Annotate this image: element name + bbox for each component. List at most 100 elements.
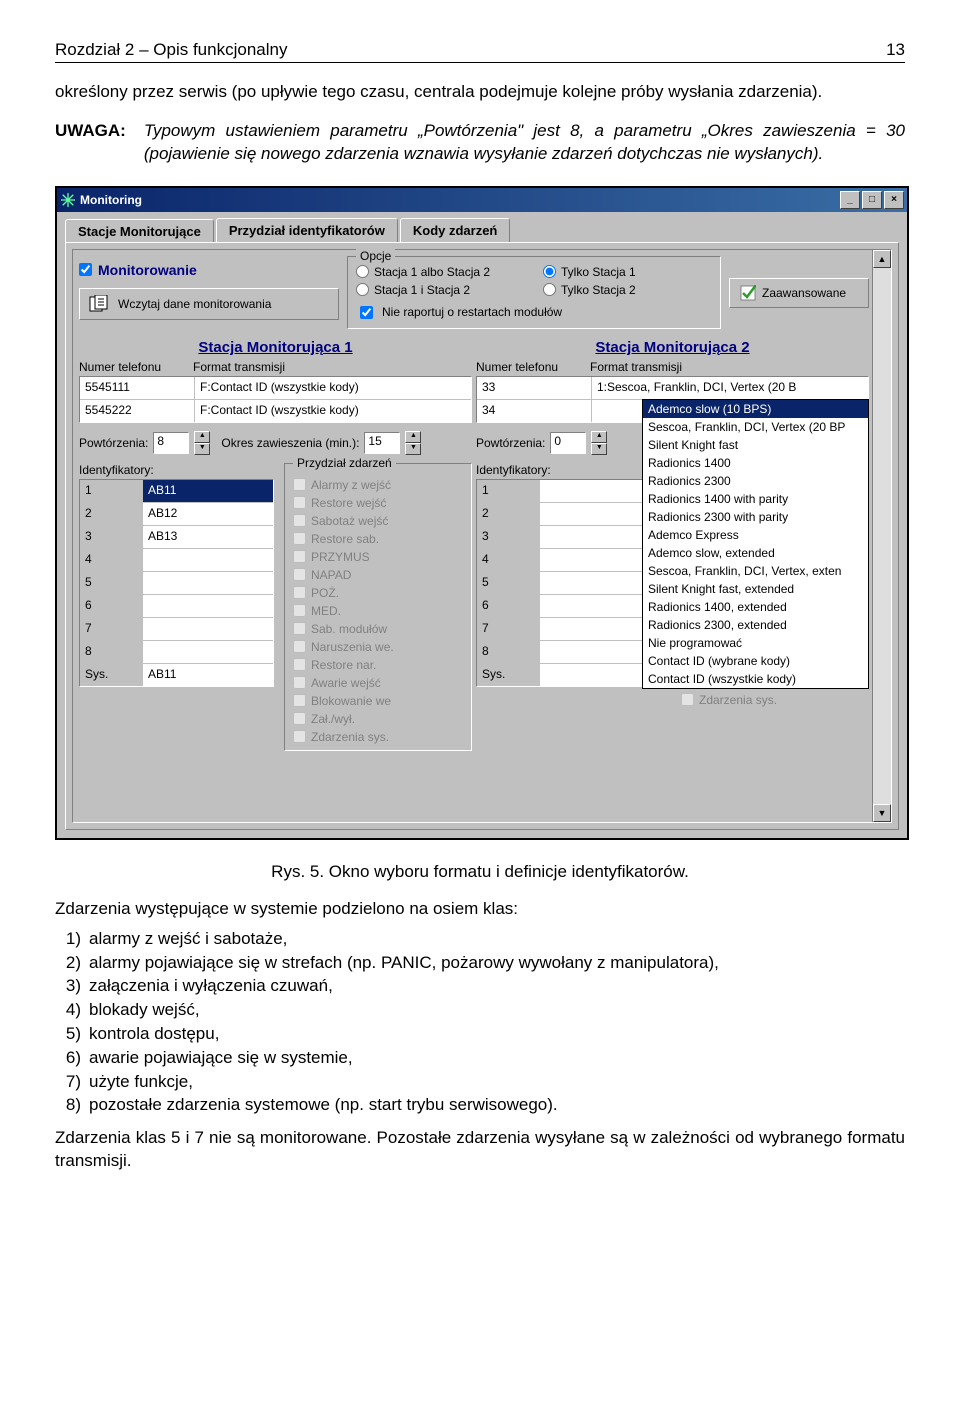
station1-grid[interactable]: 5545111 F:Contact ID (wszystkie kody) 55… [79,376,472,423]
list-item[interactable]: 6 [80,595,273,618]
station1-title: Stacja Monitorująca 1 [79,339,472,356]
checkbox-item[interactable]: Zdarzenia sys. [681,693,869,707]
list-item[interactable]: Sys.AB11 [80,664,273,686]
powtorzenia-input[interactable]: 8 [153,432,189,454]
okres-label: Okres zawieszenia (min.): [221,436,359,450]
tab-kody[interactable]: Kody zdarzeń [400,218,511,242]
monitorowanie-checkbox[interactable]: Monitorowanie [79,262,339,278]
dropdown-option[interactable]: Radionics 2300 [643,472,868,490]
figure-caption: Rys. 5. Okno wyboru formatu i definicje … [55,862,905,882]
table-row[interactable]: 33 1:Sescoa, Franklin, DCI, Vertex (20 B [477,377,868,400]
dropdown-option[interactable]: Ademco Express [643,526,868,544]
class-list: 1)alarmy z wejść i sabotaże,2)alarmy poj… [55,927,905,1117]
advanced-label: Zaawansowane [762,286,846,300]
window-titlebar[interactable]: Monitoring _ □ × [57,188,907,212]
scroll-up-button[interactable]: ▲ [873,250,891,268]
dropdown-option[interactable]: Radionics 1400 with parity [643,490,868,508]
dropdown-option[interactable]: Contact ID (wybrane kody) [643,652,868,670]
tab-stacje[interactable]: Stacje Monitorujące [65,219,214,243]
station1-przydzial-list: Alarmy z wejść Restore wejść Sabotaż wejść… [293,478,463,744]
dropdown-option[interactable]: Nie programować [643,634,868,652]
checkbox-item[interactable]: POŻ. [293,586,463,600]
list-item[interactable]: 7 [80,618,273,641]
dropdown-option[interactable]: Sescoa, Franklin, DCI, Vertex, exten [643,562,868,580]
checkbox-item[interactable]: PRZYMUS [293,550,463,564]
load-data-button[interactable]: Wczytaj dane monitorowania [79,288,339,320]
monitoring-window: Monitoring _ □ × Stacje Monitorujące Prz… [55,186,909,840]
powtorzenia2-input[interactable]: 0 [550,432,586,454]
station2-title: Stacja Monitorująca 2 [476,339,869,356]
powtorzenia-spinner[interactable]: ▲▼ [194,431,210,455]
dropdown-option[interactable]: Radionics 2300 with parity [643,508,868,526]
dropdown-option[interactable]: Ademco slow, extended [643,544,868,562]
opcje-groupbox: Opcje Stacja 1 albo Stacja 2 Tylko Stacj… [347,256,721,329]
checkbox-item[interactable]: Sab. modułów [293,622,463,636]
checkbox-item[interactable]: Restore sab. [293,532,463,546]
powtorzenia2-label: Powtórzenia: [476,436,545,450]
station2-format-header: Format transmisji [590,360,869,374]
powtorzenia2-spinner[interactable]: ▲▼ [591,431,607,455]
checkbox-item[interactable]: Alarmy z wejść [293,478,463,492]
checkbox-item[interactable]: Zał./wył. [293,712,463,726]
table-row[interactable]: 5545111 F:Contact ID (wszystkie kody) [80,377,471,400]
no-report-checkbox[interactable]: Nie raportuj o restartach modułów [356,303,712,322]
checkbox-item[interactable]: NAPAD [293,568,463,582]
maximize-button[interactable]: □ [862,191,882,209]
paragraph-intro: określony przez serwis (po upływie tego … [55,81,905,104]
scroll-down-button[interactable]: ▼ [873,804,891,822]
document-icon [88,295,110,313]
dropdown-option[interactable]: Radionics 1400 [643,454,868,472]
minimize-button[interactable]: _ [840,191,860,209]
radio-tylko-stacja2[interactable]: Tylko Stacja 2 [543,283,712,297]
checkbox-item[interactable]: Awarie wejść [293,676,463,690]
station2-phone-header: Numer telefonu [476,360,584,374]
dropdown-option[interactable]: Sescoa, Franklin, DCI, Vertex (20 BP [643,418,868,436]
checkbox-item[interactable]: MED. [293,604,463,618]
opcje-title: Opcje [356,249,395,263]
dropdown-option[interactable]: Radionics 1400, extended [643,598,868,616]
radio-stacja1-albo-2[interactable]: Stacja 1 albo Stacja 2 [356,265,525,279]
checkbox-item[interactable]: Zdarzenia sys. [293,730,463,744]
table-row[interactable]: 5545222 F:Contact ID (wszystkie kody) [80,400,471,422]
radio-tylko-stacja1[interactable]: Tylko Stacja 1 [543,265,712,279]
list-item[interactable]: 4 [80,549,273,572]
list-item: 6)awarie pojawiające się w systemie, [55,1046,905,1070]
station-1: Stacja Monitorująca 1 Numer telefonu For… [79,339,472,751]
dropdown-option[interactable]: Silent Knight fast, extended [643,580,868,598]
okres-spinner[interactable]: ▲▼ [405,431,421,455]
tab-bar: Stacje Monitorujące Przydział identyfika… [57,212,907,242]
format-dropdown[interactable]: Ademco slow (10 BPS)Sescoa, Franklin, DC… [642,399,869,689]
station1-format-header: Format transmisji [193,360,472,374]
tab-przydzial[interactable]: Przydział identyfikatorów [216,218,398,242]
list-item[interactable]: 2AB12 [80,503,273,526]
note-block: UWAGA: Typowym ustawieniem parametru „Po… [55,120,905,166]
close-button[interactable]: × [884,191,904,209]
list-item[interactable]: 3AB13 [80,526,273,549]
advanced-button[interactable]: Zaawansowane [729,278,869,308]
checkbox-item[interactable]: Naruszenia we. [293,640,463,654]
window-title: Monitoring [80,193,142,207]
list-item[interactable]: 8 [80,641,273,664]
monitorowanie-label: Monitorowanie [98,262,197,278]
radio-stacja1-i-2[interactable]: Stacja 1 i Stacja 2 [356,283,525,297]
list-item[interactable]: 1AB11 [80,480,273,503]
dropdown-option[interactable]: Contact ID (wszystkie kody) [643,670,868,688]
app-icon [60,192,76,208]
vertical-scrollbar[interactable]: ▲ ▼ [872,250,891,822]
checkbox-item[interactable]: Restore nar. [293,658,463,672]
list-item: 7)użyte funkcje, [55,1070,905,1094]
checkbox-item[interactable]: Restore wejść [293,496,463,510]
list-item[interactable]: 5 [80,572,273,595]
dropdown-option[interactable]: Radionics 2300, extended [643,616,868,634]
station1-ident-grid[interactable]: 1AB112AB123AB1345678Sys.AB11 [79,479,274,687]
dropdown-option[interactable]: Silent Knight fast [643,436,868,454]
list-item: 8)pozostałe zdarzenia systemowe (np. sta… [55,1093,905,1117]
dropdown-option[interactable]: Ademco slow (10 BPS) [643,400,868,418]
list-item: 4)blokady wejść, [55,998,905,1022]
checkbox-item[interactable]: Sabotaż wejść [293,514,463,528]
page-header: Rozdział 2 – Opis funkcjonalny 13 [55,40,905,63]
station-2: Stacja Monitorująca 2 Numer telefonu For… [476,339,869,751]
okres-input[interactable]: 15 [364,432,400,454]
checkbox-item[interactable]: Blokowanie we [293,694,463,708]
list-item: 5)kontrola dostępu, [55,1022,905,1046]
